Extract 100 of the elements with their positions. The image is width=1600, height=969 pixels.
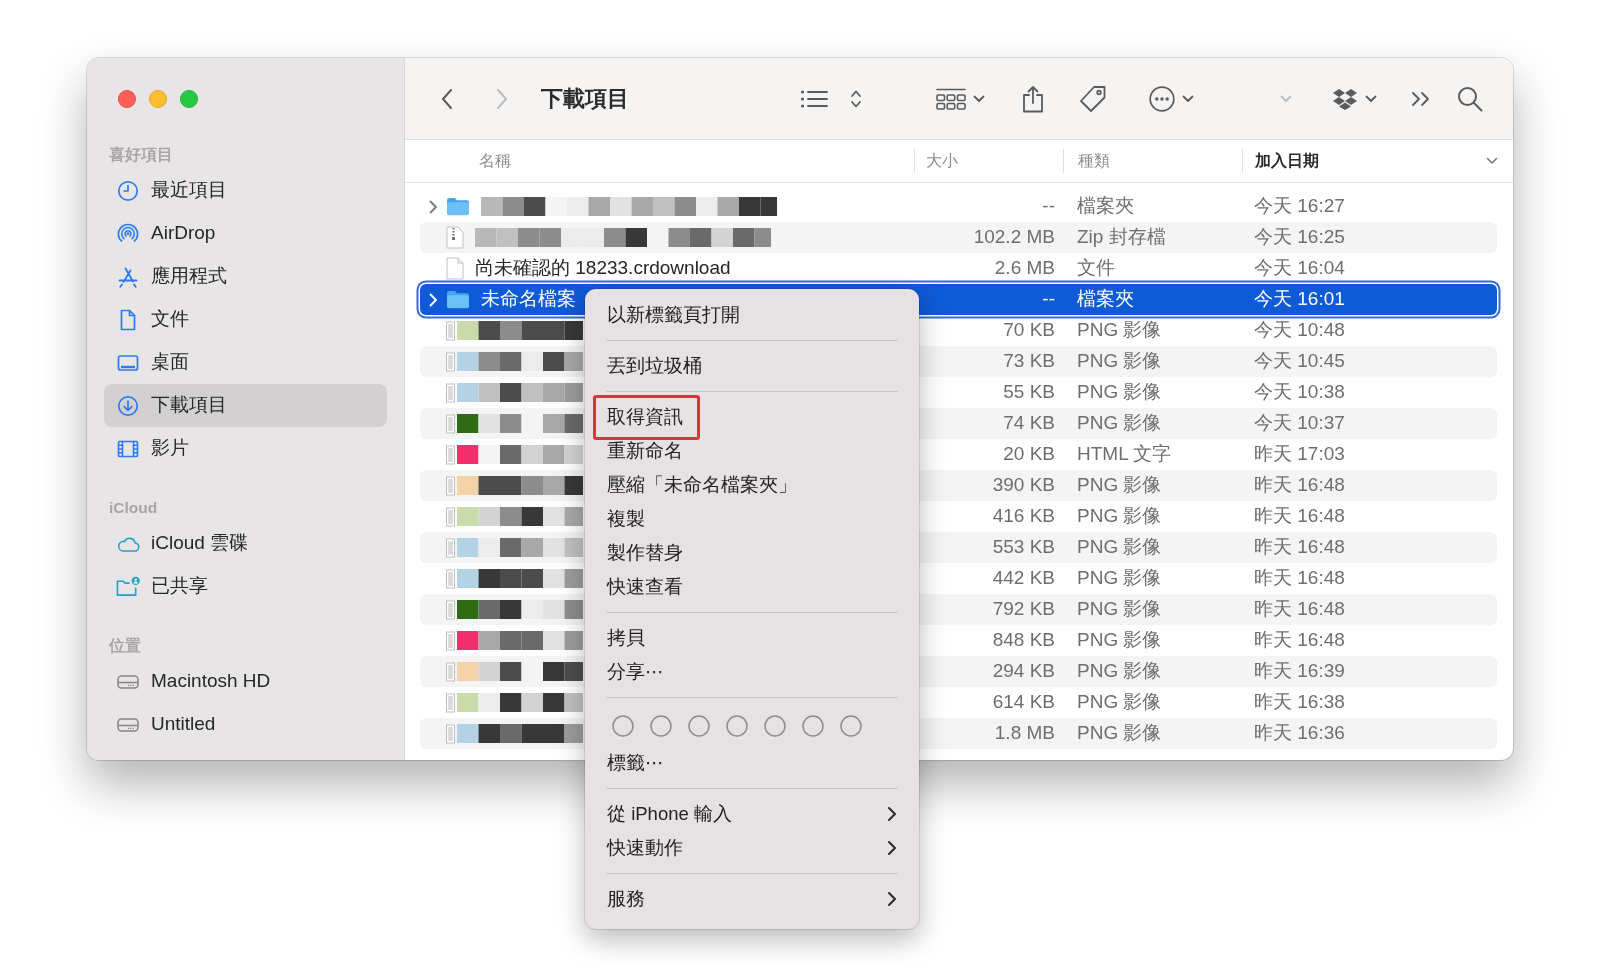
date-added: 今天 16:01 [1254,288,1345,310]
file-size: 792 KB [992,598,1055,620]
file-kind: PNG 影像 [1077,598,1162,620]
sidebar-item[interactable]: AirDrop [104,212,387,255]
date-added: 昨天 16:48 [1254,629,1345,651]
file-name: 尚未確認的 18233.crdownload [475,256,731,281]
file-size: 614 KB [992,691,1055,713]
sort-chevron-icon [1486,157,1498,165]
date-added: 昨天 17:03 [1254,443,1345,465]
column-header[interactable]: 名稱 [479,149,511,173]
ellipsis-circle-icon [1148,85,1175,112]
column-header[interactable]: 大小 [926,149,958,173]
date-added: 昨天 16:39 [1254,660,1345,682]
file-size: -- [1042,288,1055,310]
chevron-down-icon [972,94,985,103]
sidebar-item[interactable]: 下載項目 [104,384,387,427]
folder-icon [446,197,470,216]
date-added: 昨天 16:36 [1254,722,1345,744]
minimize-icon[interactable] [149,90,167,108]
sidebar-item[interactable]: 影片 [104,427,387,470]
disclosure-chevron-icon[interactable] [428,199,438,214]
thumbnail-icon [446,692,455,713]
chevron-down-icon [1365,94,1377,103]
file-size: 2.6 MB [994,257,1055,279]
date-added: 昨天 16:48 [1254,567,1345,589]
thumbnail-icon [446,537,455,558]
file-size: 553 KB [992,536,1055,558]
menu-item[interactable]: 從 iPhone 輸入 [585,797,919,831]
menu-item[interactable]: 壓縮「未命名檔案夾」 [585,468,919,502]
share-icon [1022,84,1044,113]
file-kind: PNG 影像 [1077,381,1162,403]
sidebar-item[interactable]: 桌面 [104,341,387,384]
sidebar-item[interactable]: 文件 [104,298,387,341]
chevron-down-icon [1181,94,1194,103]
document-icon [446,257,464,280]
menu-item[interactable]: 服務 [585,882,919,916]
file-size: 294 KB [992,660,1055,682]
file-kind: Zip 封存檔 [1077,226,1166,248]
circle-icon[interactable] [840,715,862,737]
file-row[interactable]: 102.2 MB Zip 封存檔 今天 16:25 [420,222,1497,253]
clock-icon [117,179,139,202]
file-kind: HTML 文字 [1077,443,1172,465]
file-kind: PNG 影像 [1077,412,1162,434]
shared-folder-icon [116,576,140,597]
sidebar-item[interactable]: 應用程式 [104,255,387,298]
sidebar-item[interactable]: 已共享 [104,565,387,608]
file-kind: PNG 影像 [1077,474,1162,496]
diamond-boxes-icon [1332,87,1358,110]
menu-item[interactable]: 標籤⋯ [585,746,919,780]
drive-icon [117,674,139,689]
menu-item[interactable]: 分享⋯ [585,655,919,689]
tag-icon [1079,84,1107,113]
file-kind: 檔案夾 [1077,288,1134,310]
thumbnail-icon [446,630,455,651]
zip-file-icon [446,226,464,249]
circle-icon[interactable] [650,715,672,737]
file-kind: PNG 影像 [1077,629,1162,651]
file-size: 442 KB [992,567,1055,589]
file-size: 73 KB [1003,350,1055,372]
date-added: 今天 16:04 [1254,257,1345,279]
file-size: 102.2 MB [973,226,1055,248]
signal-waves-icon [117,222,139,245]
thumbnail-icon [446,382,455,403]
close-icon[interactable] [118,90,136,108]
maximize-icon[interactable] [180,90,198,108]
circle-icon[interactable] [764,715,786,737]
sidebar-item[interactable]: iCloud 雲碟 [104,522,387,565]
folder-icon [446,290,470,309]
search-icon [1457,85,1483,112]
date-added: 昨天 16:38 [1254,691,1345,713]
thumbnail-icon [446,413,455,434]
circle-icon[interactable] [726,715,748,737]
sidebar-item[interactable]: Untitled [104,703,387,746]
thumbnail-icon [446,723,455,744]
file-kind: 文件 [1077,257,1115,279]
date-added: 今天 10:48 [1254,319,1345,341]
circle-icon[interactable] [802,715,824,737]
circle-icon[interactable] [612,715,634,737]
date-added: 今天 16:27 [1254,195,1345,217]
column-header[interactable]: 加入日期 [1255,149,1498,173]
thumbnail-icon [446,320,455,341]
apps-icon [117,265,139,288]
sidebar-item[interactable]: 最近項目 [104,169,387,212]
file-size: -- [1042,195,1055,217]
section-header: iCloud [108,498,158,518]
menu-item[interactable]: 快速動作 [585,831,919,865]
sidebar-item[interactable]: Macintosh HD [104,660,387,703]
circle-icon[interactable] [688,715,710,737]
date-added: 今天 16:25 [1254,226,1345,248]
date-added: 昨天 16:48 [1254,505,1345,527]
section-header: 喜好項目 [108,145,173,165]
file-kind: PNG 影像 [1077,319,1162,341]
file-size: 70 KB [1003,319,1055,341]
file-size: 416 KB [992,505,1055,527]
file-size: 848 KB [992,629,1055,651]
download-icon [117,394,139,417]
column-header[interactable]: 種類 [1078,149,1110,173]
file-name: 未命名檔案 [481,287,576,312]
thumbnail-icon [446,475,455,496]
file-size: 390 KB [992,474,1055,496]
